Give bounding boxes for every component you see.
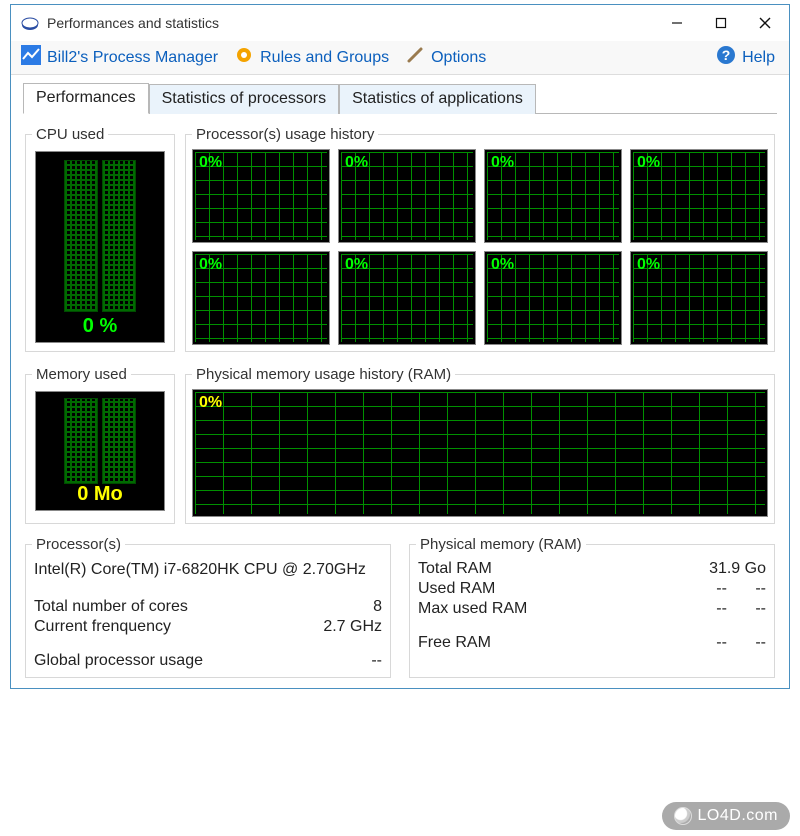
used-ram-value-1: -- — [716, 580, 727, 597]
toolbar-process-manager-label: Bill2's Process Manager — [47, 49, 218, 67]
cpu-used-bars — [36, 160, 164, 312]
group-proc-history: Processor(s) usage history 0% 0% 0% 0% 0… — [185, 126, 775, 352]
app-icon — [19, 12, 41, 34]
processor-history-grid: 0% 0% 0% 0% 0% 0% 0% 0% — [192, 149, 768, 345]
core-plot-1: 0% — [338, 149, 476, 243]
core-plot-4-label: 0% — [199, 256, 222, 274]
toolbar-rules-groups[interactable]: Rules and Groups — [230, 43, 393, 72]
window-controls — [655, 8, 787, 38]
global-usage-value: -- — [371, 652, 382, 670]
free-ram-label: Free RAM — [418, 634, 491, 652]
max-used-ram-value-1: -- — [716, 600, 727, 617]
core-plot-3-label: 0% — [637, 154, 660, 172]
max-used-ram-value-2: -- — [755, 600, 766, 617]
kv-global-usage: Global processor usage -- — [32, 651, 384, 671]
cpu-used-value: 0 % — [36, 315, 164, 338]
gear-icon — [234, 45, 254, 70]
cpu-name: Intel(R) Core(TM) i7-6820HK CPU @ 2.70GH… — [32, 559, 384, 587]
close-button[interactable] — [743, 8, 787, 38]
tab-performances-label: Performances — [36, 89, 136, 106]
kv-max-used-ram: Max used RAM -- -- — [416, 599, 768, 619]
group-processors-title: Processor(s) — [32, 536, 125, 553]
toolbar: Bill2's Process Manager Rules and Groups… — [11, 41, 789, 75]
window-title: Performances and statistics — [47, 15, 655, 31]
tab-statistics-applications-label: Statistics of applications — [352, 90, 523, 107]
core-plot-3: 0% — [630, 149, 768, 243]
kv-used-ram: Used RAM -- -- — [416, 579, 768, 599]
used-ram-value-2: -- — [755, 580, 766, 597]
tab-statistics-applications[interactable]: Statistics of applications — [339, 84, 536, 114]
core-plot-1-label: 0% — [345, 154, 368, 172]
tools-icon — [405, 45, 425, 70]
toolbar-process-manager[interactable]: Bill2's Process Manager — [17, 43, 222, 72]
mem-history-label: 0% — [199, 394, 222, 412]
used-ram-label: Used RAM — [418, 580, 495, 598]
total-ram-value: 31.9 Go — [709, 560, 766, 578]
watermark-text: LO4D.com — [698, 807, 778, 825]
global-usage-label: Global processor usage — [34, 652, 203, 670]
mem-used-meter: 0 Mo — [35, 391, 165, 511]
tab-content: CPU used 0 % Processor(s) usage history … — [11, 114, 789, 688]
tab-statistics-processors[interactable]: Statistics of processors — [149, 84, 340, 114]
free-ram-value-1: -- — [716, 634, 727, 651]
max-used-ram-label: Max used RAM — [418, 600, 527, 618]
core-plot-6: 0% — [484, 251, 622, 345]
core-plot-0: 0% — [192, 149, 330, 243]
core-plot-4: 0% — [192, 251, 330, 345]
chart-icon — [21, 45, 41, 70]
tab-performances[interactable]: Performances — [23, 83, 149, 114]
row-info: Processor(s) Intel(R) Core(TM) i7-6820HK… — [25, 532, 775, 678]
mem-history-plot: 0% — [192, 389, 768, 517]
kv-total-ram: Total RAM 31.9 Go — [416, 559, 768, 579]
group-mem-history-title: Physical memory usage history (RAM) — [192, 366, 455, 383]
core-plot-6-label: 0% — [491, 256, 514, 274]
core-plot-7-label: 0% — [637, 256, 660, 274]
maximize-button[interactable] — [699, 8, 743, 38]
group-cpu-used-title: CPU used — [32, 126, 108, 143]
window-frame: Performances and statistics Bill2's Proc… — [10, 4, 790, 689]
core-plot-0-label: 0% — [199, 154, 222, 172]
group-physical-memory: Physical memory (RAM) Total RAM 31.9 Go … — [409, 536, 775, 678]
tab-statistics-processors-label: Statistics of processors — [162, 90, 327, 107]
cpu-used-meter: 0 % — [35, 151, 165, 343]
freq-value: 2.7 GHz — [323, 618, 382, 636]
tabbar: Performances Statistics of processors St… — [23, 83, 777, 114]
globe-icon — [674, 807, 692, 825]
help-icon: ? — [716, 45, 736, 70]
core-plot-2: 0% — [484, 149, 622, 243]
core-plot-7: 0% — [630, 251, 768, 345]
total-cores-label: Total number of cores — [34, 598, 188, 616]
group-cpu-used: CPU used 0 % — [25, 126, 175, 352]
toolbar-help[interactable]: ? Help — [712, 43, 779, 72]
group-mem-used: Memory used 0 Mo — [25, 366, 175, 524]
toolbar-rules-groups-label: Rules and Groups — [260, 49, 389, 67]
kv-total-cores: Total number of cores 8 — [32, 597, 384, 617]
row-memory: Memory used 0 Mo Physical memory usage h… — [25, 362, 775, 524]
mem-used-value: 0 Mo — [36, 483, 164, 506]
core-plot-5-label: 0% — [345, 256, 368, 274]
mem-used-bars — [36, 398, 164, 484]
toolbar-help-label: Help — [742, 49, 775, 67]
total-cores-value: 8 — [373, 598, 382, 616]
watermark: LO4D.com — [662, 802, 790, 830]
row-cpu: CPU used 0 % Processor(s) usage history … — [25, 122, 775, 352]
svg-text:?: ? — [722, 47, 731, 63]
toolbar-options[interactable]: Options — [401, 43, 490, 72]
titlebar: Performances and statistics — [11, 5, 789, 41]
group-mem-used-title: Memory used — [32, 366, 131, 383]
group-mem-history: Physical memory usage history (RAM) 0% — [185, 366, 775, 524]
group-processors: Processor(s) Intel(R) Core(TM) i7-6820HK… — [25, 536, 391, 678]
kv-frequency: Current frenquency 2.7 GHz — [32, 617, 384, 637]
toolbar-options-label: Options — [431, 49, 486, 67]
free-ram-value-2: -- — [755, 634, 766, 651]
group-proc-history-title: Processor(s) usage history — [192, 126, 378, 143]
group-physical-memory-title: Physical memory (RAM) — [416, 536, 586, 553]
total-ram-label: Total RAM — [418, 560, 492, 578]
core-plot-2-label: 0% — [491, 154, 514, 172]
kv-free-ram: Free RAM -- -- — [416, 633, 768, 653]
freq-label: Current frenquency — [34, 618, 171, 636]
core-plot-5: 0% — [338, 251, 476, 345]
minimize-button[interactable] — [655, 8, 699, 38]
